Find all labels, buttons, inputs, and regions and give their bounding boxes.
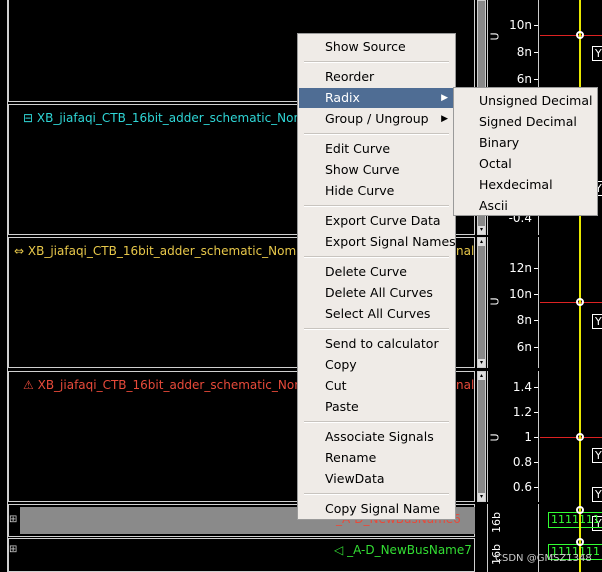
scroll-down-icon[interactable]: ▾ — [478, 359, 485, 367]
marker-label: Y — [592, 487, 602, 502]
tick-label: 0.6 — [512, 480, 532, 494]
marker-label: Y — [592, 46, 602, 61]
bus-label: _A-D_NewBusName7 — [347, 543, 472, 557]
tick-label: 10n — [509, 287, 532, 301]
signal-label: XB_jiafaqi_CTB_16bit_adder_schematic_Nom… — [27, 244, 300, 258]
menu-item-reorder[interactable]: Reorder — [299, 67, 454, 87]
radix-binary[interactable]: Binary — [454, 132, 597, 153]
scroll-down-icon[interactable]: ▾ — [478, 493, 485, 501]
tick-label: 8n — [516, 45, 532, 59]
submenu-arrow-icon: ▶ — [441, 93, 448, 103]
vertical-cursor[interactable] — [579, 0, 581, 572]
menu-item-edit-curve[interactable]: Edit Curve — [299, 139, 454, 159]
menu-item-hide-curve[interactable]: Hide Curve — [299, 181, 454, 201]
menu-item-copy-signal-name[interactable]: Copy Signal Name — [299, 499, 454, 519]
menu-item-paste[interactable]: Paste — [299, 397, 454, 417]
menu-item-label: Group / Ungroup — [325, 111, 429, 126]
expand-icon[interactable]: ⊞ — [9, 515, 17, 525]
context-menu: Show Source Reorder Radix ▶ Group / Ungro… — [297, 33, 456, 520]
tick-label: 1.2 — [512, 405, 532, 419]
signal-name-suffix: nal — [456, 378, 475, 392]
menu-item-copy[interactable]: Copy — [299, 355, 454, 375]
left-strip — [0, 0, 8, 572]
tick-label: 0.8 — [512, 455, 532, 469]
menu-item-show-source[interactable]: Show Source — [299, 37, 454, 57]
expand-icon[interactable]: ⊞ — [9, 545, 17, 555]
waveform-curve — [540, 35, 602, 36]
scrollbar-2[interactable]: ▴ ▾ — [477, 237, 486, 368]
cursor-marker — [576, 298, 584, 306]
tick-label: 10n — [509, 18, 532, 32]
scroll-down-icon[interactable]: ▾ — [478, 226, 485, 234]
menu-item-radix[interactable]: Radix ▶ — [299, 88, 454, 108]
y-axis-2: U 12n 10n 8n 6n — [487, 237, 539, 368]
tick-label: 12n — [509, 261, 532, 275]
tick-label: 1.4 — [512, 380, 532, 394]
menu-item-label: Radix — [325, 90, 360, 105]
waveform-curve — [540, 437, 602, 438]
signal-name-suffix: nal — [456, 244, 475, 258]
axis-unit: U — [488, 297, 502, 306]
axis-unit: U — [488, 433, 502, 442]
radix-octal[interactable]: Octal — [454, 153, 597, 174]
radix-submenu: Unsigned Decimal Signed Decimal Binary O… — [453, 87, 598, 216]
axis-unit: U — [488, 32, 502, 41]
marker-label: Y — [592, 448, 602, 463]
signal-name-3[interactable]: ⚠ XB_jiafaqi_CTB_16bit_adder_schematic_N… — [23, 378, 309, 392]
bus-width-label: 16b — [489, 512, 503, 533]
signal-label: XB_jiafaqi_CTB_16bit_adder_schematic_Nom… — [36, 111, 309, 125]
menu-item-rename[interactable]: Rename — [299, 448, 454, 468]
marker-label: Y — [592, 314, 602, 329]
cursor-marker — [576, 538, 584, 546]
radix-signed-decimal[interactable]: Signed Decimal — [454, 111, 597, 132]
warning-icon: ⚠ — [23, 378, 34, 392]
scrollbar-3[interactable]: ▴ ▾ — [477, 371, 486, 502]
signal-name-1[interactable]: ⊟ XB_jiafaqi_CTB_16bit_adder_schematic_N… — [23, 111, 309, 125]
signal-label: XB_jiafaqi_CTB_16bit_adder_schematic_Nom… — [37, 378, 310, 392]
menu-item-associate-signals[interactable]: Associate Signals — [299, 427, 454, 447]
tick-label: 8n — [516, 313, 532, 327]
bus-name-7[interactable]: ◁ _A-D_NewBusName7 — [334, 543, 472, 557]
radix-hexdecimal[interactable]: Hexdecimal — [454, 174, 597, 195]
scroll-up-icon[interactable]: ▴ — [478, 238, 485, 246]
waveform-curve — [540, 302, 602, 303]
signal-name-2[interactable]: ⇔ XB_jiafaqi_CTB_16bit_adder_schematic_N… — [14, 244, 300, 258]
menu-item-export-curve-data[interactable]: Export Curve Data — [299, 211, 454, 231]
tick-label: 1 — [524, 430, 532, 444]
tick-label: 6n — [516, 340, 532, 354]
menu-item-show-curve[interactable]: Show Curve — [299, 160, 454, 180]
y-axis-3: U 1.4 1.2 1 0.8 0.6 — [487, 371, 539, 502]
bidirectional-icon: ⇔ — [14, 244, 25, 258]
menu-item-viewdata[interactable]: ViewData — [299, 469, 454, 489]
input-arrow-icon: ◁ — [334, 543, 344, 557]
tick-label: 6n — [516, 72, 532, 86]
collapse-icon[interactable]: ⊟ — [23, 111, 33, 125]
submenu-arrow-icon: ▶ — [441, 114, 448, 124]
menu-item-send-to-calculator[interactable]: Send to calculator — [299, 334, 454, 354]
radix-unsigned-decimal[interactable]: Unsigned Decimal — [454, 90, 597, 111]
menu-item-group[interactable]: Group / Ungroup ▶ — [299, 109, 454, 129]
menu-item-delete-curve[interactable]: Delete Curve — [299, 262, 454, 282]
bus-value: 1111111 — [548, 512, 602, 528]
menu-item-export-signal-names[interactable]: Export Signal Names — [299, 232, 456, 252]
waveform-plot[interactable]: Y Y Y Y Y Y 1111111 1111111 — [540, 0, 602, 572]
cursor-marker — [576, 31, 584, 39]
menu-item-select-all-curves[interactable]: Select All Curves — [299, 304, 454, 324]
scrollbar-0[interactable]: ▾ — [477, 0, 486, 100]
watermark: CSDN @GMSZ1348 — [495, 553, 592, 564]
menu-item-delete-all-curves[interactable]: Delete All Curves — [299, 283, 454, 303]
radix-ascii[interactable]: Ascii — [454, 195, 597, 216]
cursor-marker — [576, 433, 584, 441]
cursor-marker — [576, 506, 584, 514]
scroll-up-icon[interactable]: ▴ — [478, 372, 485, 380]
menu-item-cut[interactable]: Cut — [299, 376, 454, 396]
